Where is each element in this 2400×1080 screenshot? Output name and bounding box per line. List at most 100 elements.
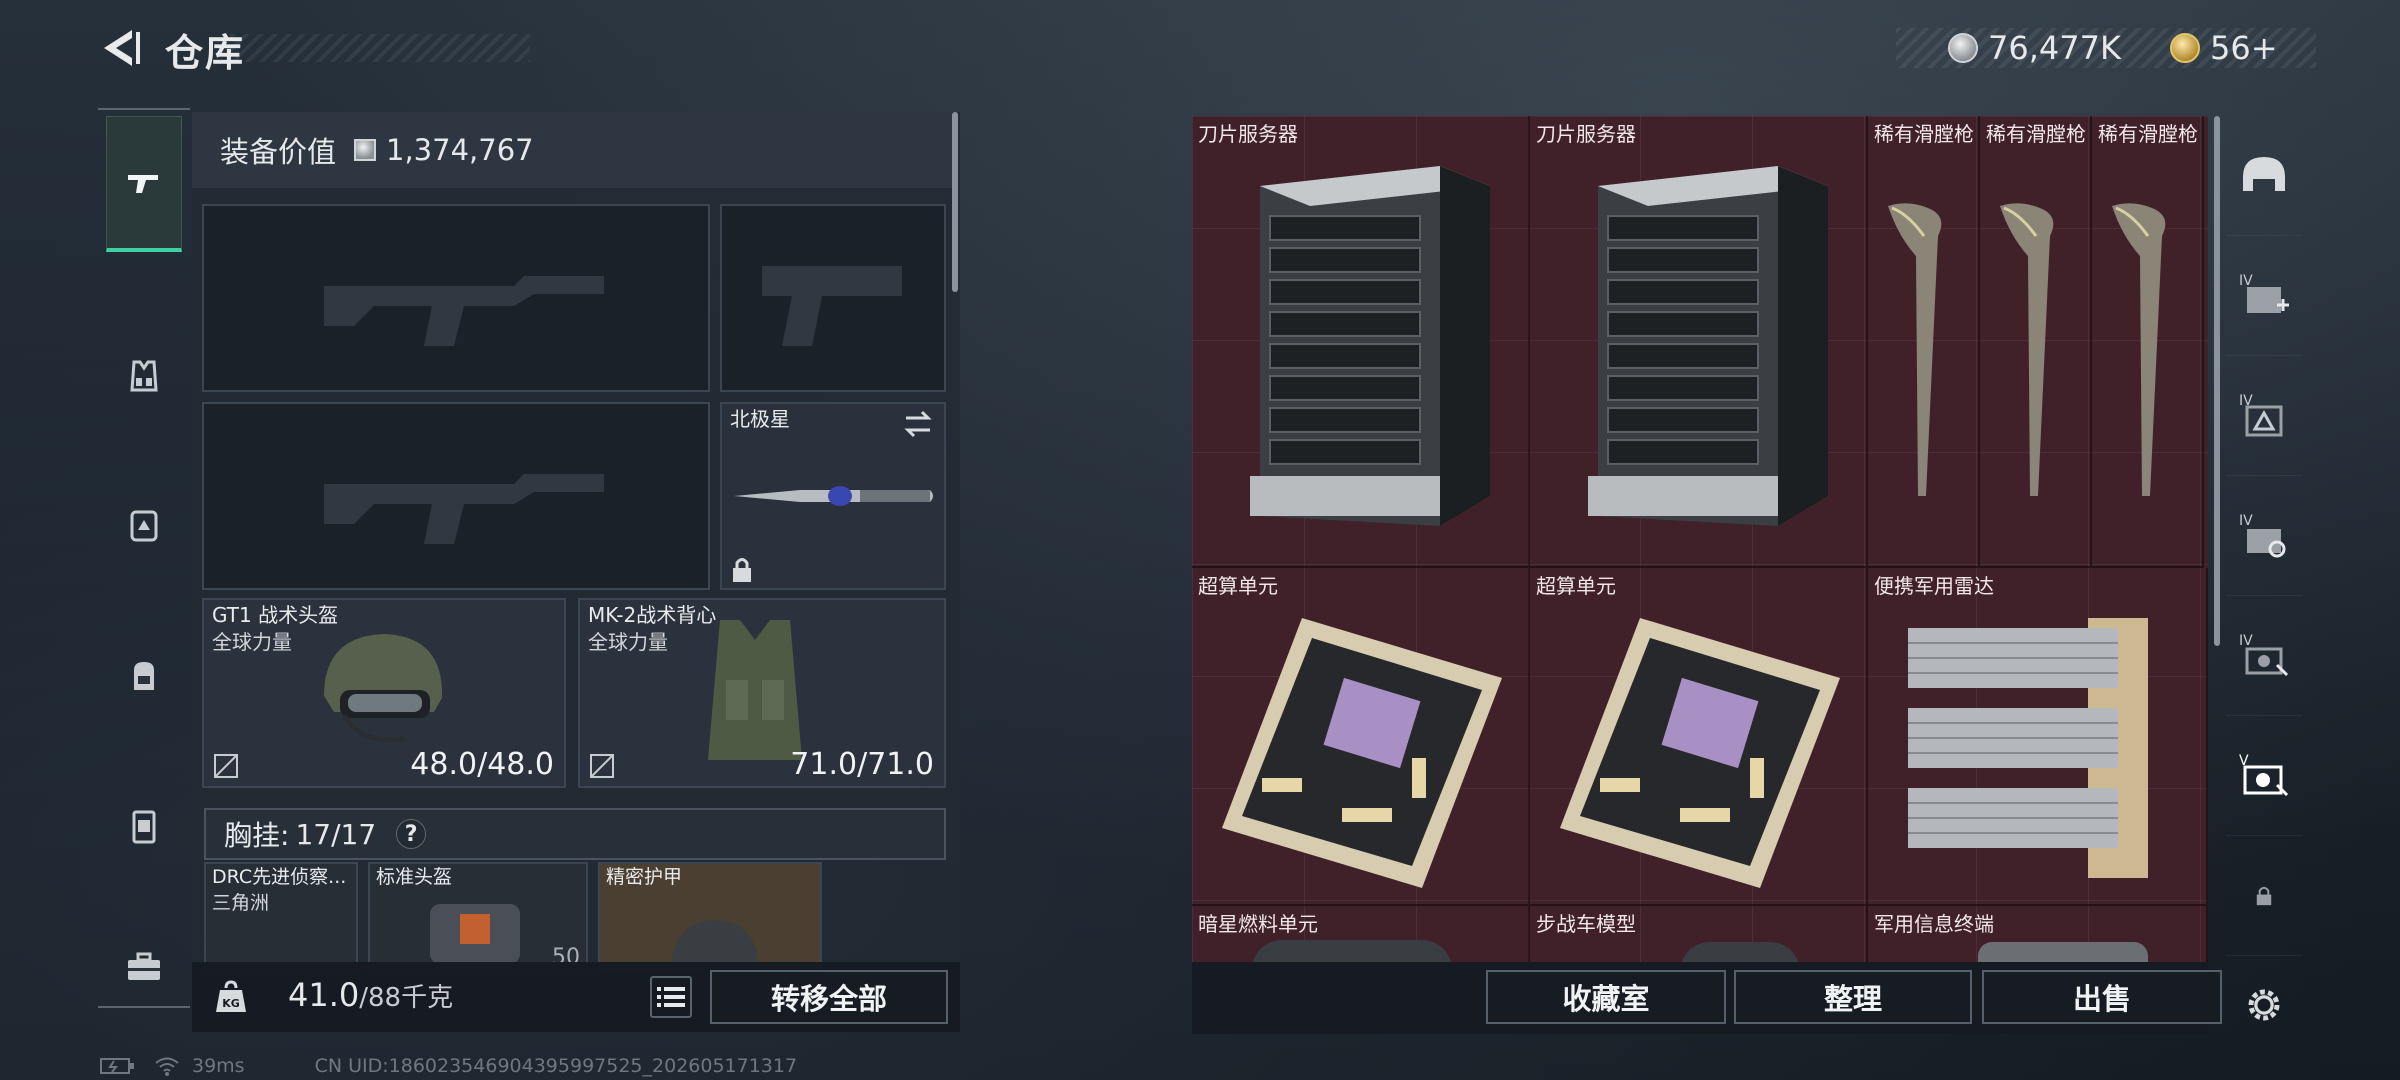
- chest-item-helmet[interactable]: 标准头盔 50: [368, 862, 588, 972]
- knife-icon: [734, 486, 933, 506]
- ping-readout: 39ms: [192, 1055, 245, 1077]
- loadout-footer: KG 41.0/88千克 转移全部: [192, 962, 960, 1032]
- item-label: 刀片服务器: [1536, 122, 1636, 146]
- storage-tab-locked[interactable]: [2226, 836, 2302, 956]
- svg-text:IV: IV: [2239, 273, 2253, 289]
- gun-icon: [128, 174, 158, 193]
- transfer-all-button[interactable]: 转移全部: [710, 970, 948, 1024]
- svg-text:IV: IV: [2239, 633, 2253, 649]
- back-arrow-icon[interactable]: [96, 24, 144, 72]
- svg-text:IV: IV: [2239, 513, 2253, 529]
- item-label: 稀有滑膛枪: [1986, 122, 2086, 146]
- storage-item-radar[interactable]: 便携军用雷达: [1868, 568, 2208, 906]
- wifi-icon: [155, 1057, 179, 1076]
- collection-room-button[interactable]: 收藏室: [1486, 970, 1726, 1024]
- rail-item-toolbox[interactable]: [106, 898, 182, 1034]
- weight-readout: 41.0/88千克: [288, 976, 453, 1014]
- rifle-silhouette-icon: [324, 276, 604, 346]
- weight-icon: KG: [216, 980, 246, 1012]
- rail-item-weapons[interactable]: [106, 116, 182, 252]
- circuit-board-icon: [1560, 618, 1840, 888]
- chest-rig-bar[interactable]: 胸挂: 17/17 ?: [204, 808, 946, 860]
- list-icon: [657, 987, 685, 1007]
- chest-item-drc[interactable]: DRC先进侦察... 三角洲: [204, 862, 358, 972]
- storage-tab-main[interactable]: [2226, 116, 2302, 236]
- item-label: 超算单元: [1198, 574, 1278, 598]
- list-view-button[interactable]: [650, 976, 692, 1018]
- title-decoration: [230, 34, 530, 62]
- loadout-scrollbar[interactable]: [952, 112, 958, 292]
- category-rail: [98, 108, 190, 1008]
- storage-tab-tier4-warning[interactable]: IV: [2226, 356, 2302, 476]
- storage-item-blade-server[interactable]: 刀片服务器: [1192, 116, 1530, 568]
- rail-divider: [98, 108, 190, 110]
- storage-item-musket[interactable]: 稀有滑膛枪: [1868, 116, 1980, 568]
- silver-currency[interactable]: 76,477K: [1948, 28, 2121, 68]
- fuel-unit-icon: [1252, 940, 1452, 962]
- lock-icon: [2256, 886, 2272, 905]
- tier4-tool-icon: IV: [2239, 633, 2289, 676]
- musket-icon: [2000, 203, 2054, 496]
- melee-slot[interactable]: 北极星: [720, 402, 946, 590]
- storage-scrollbar[interactable]: [2214, 116, 2220, 646]
- helmet-slot[interactable]: GT1 战术头盔 全球力量 48.0/48.0: [202, 598, 566, 788]
- armor-slot[interactable]: MK-2战术背心 全球力量 71.0/71.0: [578, 598, 946, 788]
- tier4-gear-icon: IV: [2239, 513, 2286, 557]
- storage-item-fuel-unit[interactable]: 暗星燃料单元: [1192, 906, 1530, 962]
- sidearm-slot[interactable]: [720, 204, 946, 392]
- storage-tab-tier4-tool[interactable]: IV: [2226, 596, 2302, 716]
- item-name: 精密护甲: [606, 866, 683, 888]
- gold-currency[interactable]: 56+: [2170, 28, 2278, 68]
- toolbox-icon: [128, 952, 160, 980]
- storage-item-musket[interactable]: 稀有滑膛枪: [1980, 116, 2092, 568]
- chest-item-armor[interactable]: 精密护甲: [598, 862, 822, 972]
- rail-divider: [98, 1006, 190, 1008]
- helmet-durability: 48.0/48.0: [410, 747, 554, 782]
- rail-item-armor[interactable]: [106, 458, 182, 594]
- item-label: 步战车模型: [1536, 912, 1636, 936]
- circuit-board-icon: [1222, 618, 1502, 888]
- item-label: 刀片服务器: [1198, 122, 1298, 146]
- help-button[interactable]: ?: [396, 819, 427, 849]
- sell-button[interactable]: 出售: [1982, 970, 2222, 1024]
- storage-grid: 刀片服务器 刀片服务器 稀有滑膛枪 稀有滑膛枪 稀有滑膛枪 超算单元 超算单元 …: [1192, 116, 2208, 962]
- silver-coin-icon: [354, 139, 377, 161]
- vehicle-model-icon: [1680, 942, 1800, 962]
- helmet-faction: 全球力量: [212, 630, 292, 654]
- pistol-silhouette-icon: [762, 266, 902, 346]
- storage-item-compute-unit[interactable]: 超算单元: [1530, 568, 1868, 906]
- storage-item-musket[interactable]: 稀有滑膛枪: [2092, 116, 2204, 568]
- terminal-icon: [1978, 942, 2148, 962]
- storage-item-military-terminal[interactable]: 军用信息终端: [1868, 906, 2208, 962]
- tier4-active-icon: V: [2239, 753, 2289, 796]
- rail-item-backpack[interactable]: [106, 608, 182, 744]
- rail-item-vest[interactable]: [106, 308, 182, 444]
- storage-tab-tier4-active[interactable]: V: [2226, 716, 2302, 836]
- item-label: 军用信息终端: [1874, 912, 1994, 936]
- storage-tab-tier4-gear[interactable]: IV: [2226, 476, 2302, 596]
- tier4-add-icon: IV: [2239, 273, 2289, 313]
- helmet-icon: [324, 634, 443, 743]
- storage-item-blade-server[interactable]: 刀片服务器: [1530, 116, 1868, 568]
- secondary-weapon-slot[interactable]: [202, 402, 710, 590]
- weight-max: /88千克: [359, 983, 454, 1013]
- swap-icon[interactable]: [902, 410, 934, 438]
- storage-item-compute-unit[interactable]: 超算单元: [1192, 568, 1530, 906]
- loadout-panel: 装备价值 1,374,767 北极星 GT1 战术头盔 全球力量 48.0/48…: [192, 112, 960, 1032]
- lock-icon: [733, 558, 751, 582]
- armor-faction: 全球力量: [588, 630, 668, 654]
- melee-name: 北极星: [730, 407, 790, 431]
- organize-button[interactable]: 整理: [1734, 970, 1972, 1024]
- radar-icon: [1908, 618, 2148, 878]
- currency-bar: 76,477K 56+: [1896, 28, 2316, 68]
- equipment-value-bar: 装备价值 1,374,767: [192, 112, 952, 188]
- primary-weapon-slot[interactable]: [202, 204, 710, 392]
- weight-current: 41.0: [288, 976, 360, 1014]
- storage-tab-tier4-add[interactable]: IV: [2226, 236, 2302, 356]
- tier4-warning-icon: IV: [2239, 393, 2283, 436]
- silver-coin-icon: [1948, 33, 1978, 63]
- storage-item-ifv-model[interactable]: 步战车模型: [1530, 906, 1868, 962]
- settings-button[interactable]: [2226, 976, 2302, 1034]
- rail-item-case[interactable]: [106, 758, 182, 894]
- status-bar: 39ms CN UID:1860235469043959975​25_20260…: [100, 1054, 797, 1078]
